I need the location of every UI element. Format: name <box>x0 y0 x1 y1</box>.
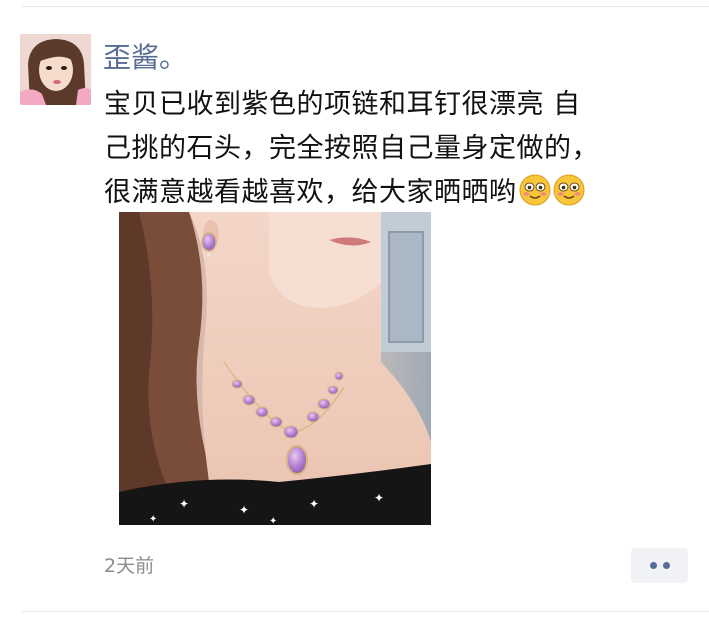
svg-text:✦: ✦ <box>239 503 249 517</box>
post-photo[interactable]: ✦ ✦ ✦ ✦ ✦ ✦ <box>119 212 431 525</box>
post-text-line: 很满意越看越喜欢，给大家晒晒哟 <box>104 177 517 208</box>
more-dots-icon <box>662 562 670 569</box>
blush-emoji-icon <box>519 174 550 206</box>
svg-text:✦: ✦ <box>149 514 157 525</box>
svg-text:✦: ✦ <box>309 497 319 511</box>
top-divider <box>22 6 709 7</box>
more-dots-icon <box>649 562 657 569</box>
post-text-line-last: 很满意越看越喜欢，给大家晒晒哟 <box>104 171 664 215</box>
post-text-line: 宝贝已收到紫色的项链和耳钉很漂亮 自 <box>104 89 581 120</box>
post-timestamp: 2天前 <box>104 555 155 577</box>
svg-text:✦: ✦ <box>269 516 277 525</box>
bottom-divider <box>22 611 709 612</box>
more-actions-button[interactable] <box>631 548 688 583</box>
avatar-image <box>20 34 91 105</box>
post-text: 宝贝已收到紫色的项链和耳钉很漂亮 自 己挑的石头，完全按照自己量身定做的， 很满… <box>104 83 664 215</box>
post-text-line: 己挑的石头，完全按照自己量身定做的， <box>104 133 599 164</box>
blush-emoji-icon <box>553 174 584 206</box>
author-name[interactable]: 歪酱。 <box>103 40 187 76</box>
svg-text:✦: ✦ <box>374 491 384 505</box>
svg-text:✦: ✦ <box>179 497 189 511</box>
necklace-photo-image: ✦ ✦ ✦ ✦ ✦ ✦ <box>119 212 431 525</box>
author-avatar[interactable] <box>20 34 91 105</box>
